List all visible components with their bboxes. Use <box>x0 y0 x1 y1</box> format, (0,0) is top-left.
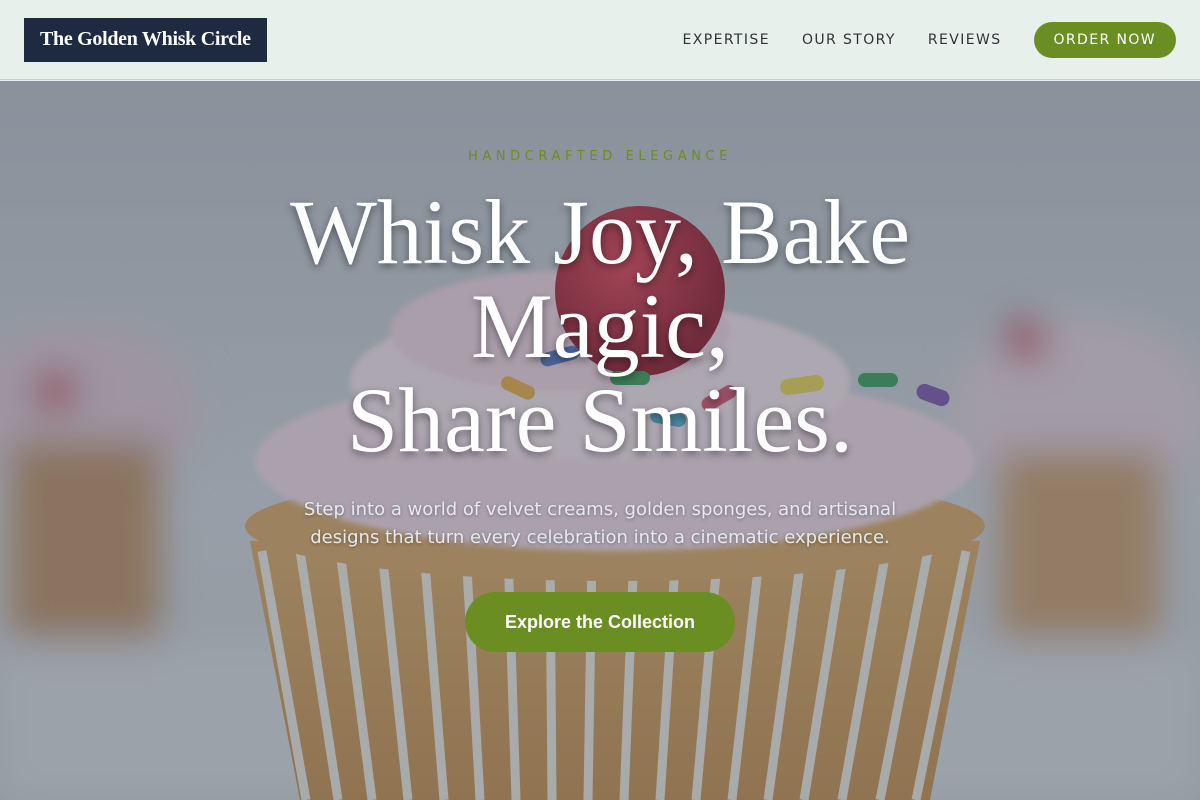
headline-line-3: Share Smiles. <box>347 369 853 471</box>
nav-link-reviews[interactable]: REVIEWS <box>928 32 1002 48</box>
headline-line-1: Whisk Joy, Bake <box>289 181 911 283</box>
hero-subtext: Step into a world of velvet creams, gold… <box>303 499 897 548</box>
hero-eyebrow: HANDCRAFTED ELEGANCE <box>467 149 733 164</box>
hero-section: HANDCRAFTED ELEGANCE Whisk Joy, Bake Mag… <box>0 81 1200 800</box>
site-logo[interactable]: The Golden Whisk Circle <box>24 17 267 62</box>
explore-collection-button[interactable]: Explore the Collection <box>465 592 735 652</box>
hero-content: HANDCRAFTED ELEGANCE Whisk Joy, Bake Mag… <box>0 81 1200 800</box>
site-header: The Golden Whisk Circle EXPERTISE OUR ST… <box>0 0 1200 80</box>
nav-link-expertise[interactable]: EXPERTISE <box>683 32 770 48</box>
hero-headline: Whisk Joy, Bake Magic, Share Smiles. <box>200 185 1000 467</box>
headline-line-2: Magic, <box>470 275 730 377</box>
main-nav: EXPERTISE OUR STORY REVIEWS ORDER NOW <box>683 21 1176 58</box>
order-now-button[interactable]: ORDER NOW <box>1033 21 1176 58</box>
nav-link-our-story[interactable]: OUR STORY <box>802 32 896 48</box>
